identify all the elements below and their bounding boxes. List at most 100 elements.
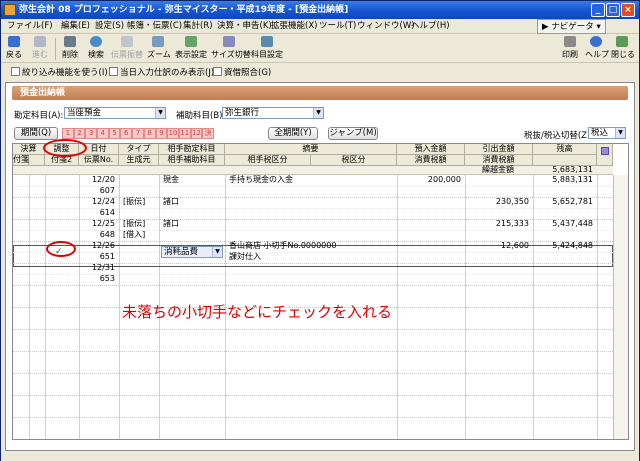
- month-tab[interactable]: 11: [178, 128, 191, 139]
- row-bal: 5,652,781: [552, 197, 593, 206]
- row-divider: [13, 417, 613, 418]
- month-tab[interactable]: 3: [85, 128, 98, 139]
- voucher-transfer-button[interactable]: 伝票振替: [111, 36, 143, 60]
- account-settings-label: 科目設定: [251, 50, 283, 59]
- month-tab[interactable]: 8: [143, 128, 156, 139]
- voucher-icon: [121, 36, 133, 47]
- row-type: [振伝]: [123, 219, 146, 228]
- month-tab[interactable]: 4: [97, 128, 109, 139]
- back-button[interactable]: 戻る: [3, 36, 25, 60]
- month-tab[interactable]: 1: [62, 128, 74, 139]
- all-period-button[interactable]: 全期間(Y): [268, 127, 318, 140]
- month-tab[interactable]: 9: [155, 128, 168, 139]
- row-aite: 諸口: [163, 219, 179, 228]
- row-no: 607: [99, 186, 115, 195]
- display-settings-button[interactable]: 表示設定: [175, 36, 207, 60]
- balance-check-checkbox[interactable]: [213, 67, 222, 76]
- account-label: 勘定科目(A):: [14, 111, 64, 121]
- row-divider: [13, 373, 613, 374]
- month-tab[interactable]: 5: [108, 128, 121, 139]
- menu-extensions[interactable]: 拡張機能(X): [271, 20, 317, 33]
- menu-window[interactable]: ウィンドウ(W): [357, 20, 415, 33]
- row-date: 12/31: [91, 263, 115, 272]
- period-button[interactable]: 期間(Q): [14, 127, 58, 140]
- row-bal: 5,437,448: [552, 219, 593, 228]
- filter-checkbox[interactable]: [11, 67, 20, 76]
- today-only-label: 当日入力仕訳のみ表示(J): [120, 68, 215, 78]
- app-window: 弥生会計 08 プロフェッショナル - 弥生マイスター・平成19年度 - [預金…: [0, 0, 640, 461]
- highlight-circle: [43, 139, 87, 157]
- header-tekiyo: 摘要: [225, 144, 397, 155]
- today-only-option[interactable]: 当日入力仕訳のみ表示(J): [109, 67, 214, 78]
- month-tab-closing[interactable]: 決: [202, 128, 214, 139]
- month-tab[interactable]: 10: [167, 128, 179, 139]
- row-date: 12/26: [91, 241, 115, 250]
- search-icon: [90, 36, 102, 47]
- menu-summary[interactable]: 集計(R): [183, 20, 213, 33]
- jump-button[interactable]: ジャンプ(M): [328, 127, 378, 140]
- account-select[interactable]: 当座預金 ▼: [64, 107, 166, 119]
- month-tab[interactable]: 6: [120, 128, 133, 139]
- zoom-icon: [152, 36, 164, 47]
- close-icon[interactable]: ×: [621, 3, 635, 17]
- menu-edit[interactable]: 編集(E): [61, 20, 90, 33]
- title-bar: 弥生会計 08 プロフェッショナル - 弥生マイスター・平成19年度 - [預金…: [1, 1, 639, 19]
- today-only-checkbox[interactable]: [109, 67, 118, 76]
- row-divider: [13, 351, 613, 352]
- minimize-button[interactable]: _: [591, 3, 605, 17]
- row-wd: 215,333: [495, 219, 529, 228]
- menu-file[interactable]: ファイル(F): [7, 20, 53, 33]
- header-aite: 相手勘定科目: [159, 144, 225, 155]
- tax-mode-select[interactable]: 税込 ▼: [588, 127, 626, 139]
- month-tab[interactable]: 2: [73, 128, 86, 139]
- row-no: 648: [99, 230, 115, 239]
- sub-account-select[interactable]: 弥生銀行 ▼: [222, 107, 324, 119]
- highlight-circle: [46, 241, 76, 257]
- delete-button[interactable]: 削除: [59, 36, 81, 60]
- sub-account-value: 弥生銀行: [225, 108, 260, 118]
- display-settings-label: 表示設定: [175, 50, 207, 59]
- annotation-text: 未落ちの小切手などにチェックを入れる: [122, 303, 393, 321]
- menu-books[interactable]: 帳簿・伝票(C): [127, 20, 182, 33]
- sub-account-label: 補助科目(B):: [176, 111, 226, 121]
- balance-check-option[interactable]: 資借照合(G): [213, 67, 271, 78]
- menu-help[interactable]: ヘルプ(H): [411, 20, 450, 33]
- row-date: 12/20: [91, 175, 115, 184]
- column-settings-icon[interactable]: [597, 144, 613, 166]
- chevron-down-icon: ▼: [212, 247, 222, 257]
- window-title: 弥生会計 08 プロフェッショナル - 弥生マイスター・平成19年度 - [預金…: [19, 5, 349, 15]
- help-button[interactable]: ヘルプ: [585, 36, 609, 60]
- month-tab[interactable]: 7: [132, 128, 144, 139]
- row-divider: [13, 285, 613, 286]
- menu-closing[interactable]: 決算・申告(K): [217, 20, 272, 33]
- navigator-label: ナビゲータ: [551, 22, 594, 32]
- row-no: 614: [99, 208, 115, 217]
- search-label: 検索: [88, 50, 104, 59]
- header-fusen1-b: [29, 155, 45, 166]
- row-aite: 諸口: [163, 197, 179, 206]
- account-settings-button[interactable]: 科目設定: [251, 36, 283, 60]
- vertical-scrollbar[interactable]: [613, 175, 628, 439]
- size-toggle-button[interactable]: サイズ切替: [211, 36, 251, 60]
- month-tab[interactable]: 12: [190, 128, 203, 139]
- navigator-button[interactable]: ▶ ナビゲータ ▾: [537, 19, 606, 34]
- zoom-label: ズーム: [147, 50, 171, 59]
- row-aite: 現金: [163, 175, 179, 184]
- aite-edit-select[interactable]: 消耗品費 ▼: [161, 246, 223, 258]
- close-window-button[interactable]: 閉じる: [611, 36, 635, 60]
- header-aite-tax: 相手税区分: [225, 155, 311, 166]
- row-bal: 5,424,848: [552, 241, 593, 250]
- header-withdraw: 引出金額: [465, 144, 533, 155]
- maximize-button[interactable]: □: [606, 3, 620, 17]
- zoom-button[interactable]: ズーム: [147, 36, 171, 60]
- row-dep: 200,000: [427, 175, 461, 184]
- print-button[interactable]: 印刷: [559, 36, 581, 60]
- row-wd: 12,600: [501, 241, 529, 250]
- menu-settings[interactable]: 設定(S): [95, 20, 124, 33]
- header-fusen1: 付箋1: [13, 155, 35, 166]
- search-button[interactable]: 検索: [85, 36, 107, 60]
- toolbar: 戻る 進む 削除 検索 伝票振替 ズーム 表示設定 サイズ切替 科目設定 印刷 …: [1, 34, 639, 63]
- menu-tools[interactable]: ツール(T): [319, 20, 356, 33]
- forward-button[interactable]: 進む: [29, 36, 51, 60]
- filter-option[interactable]: 絞り込み機能を使う(I): [11, 67, 108, 78]
